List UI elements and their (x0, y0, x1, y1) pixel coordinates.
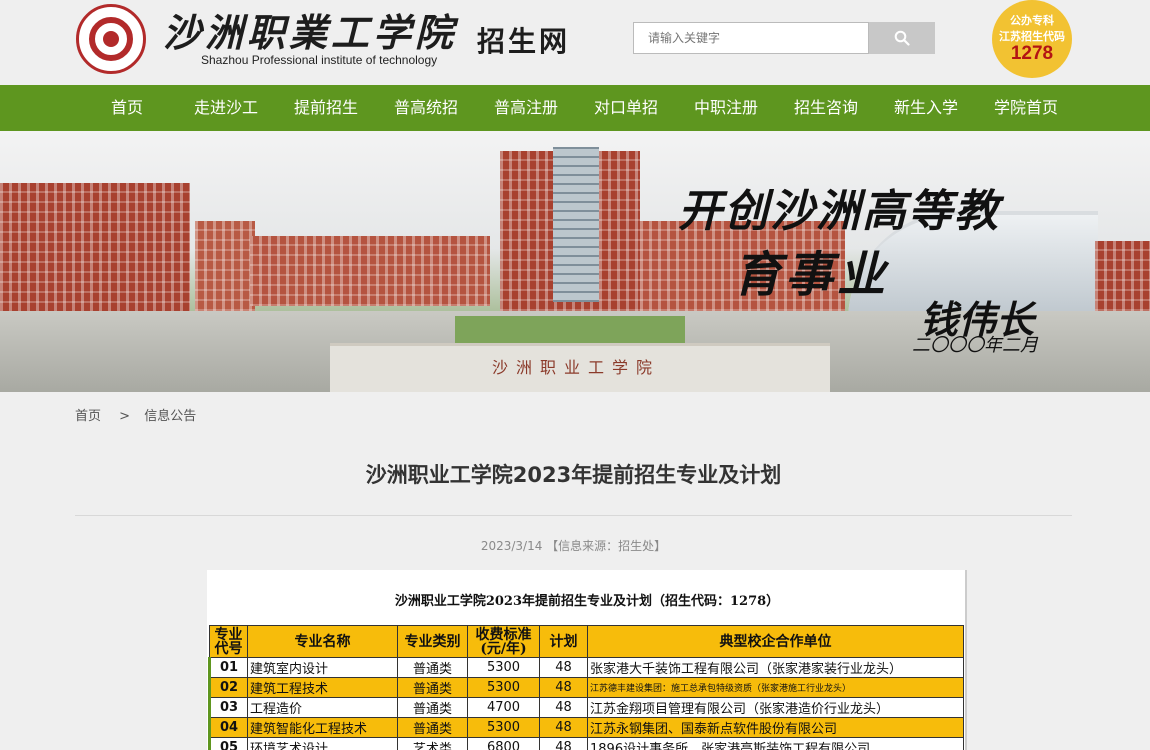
row-fee: 4700 (467, 697, 540, 718)
nav-item-new-students[interactable]: 新生入学 (893, 85, 959, 131)
row-major-name: 环境艺术设计 (247, 737, 398, 750)
row-fee: 5300 (467, 677, 540, 698)
row-code: 03 (208, 697, 248, 718)
nav-item-about[interactable]: 走进沙工 (193, 85, 259, 131)
breadcrumb-separator: > (119, 409, 131, 424)
row-partner: 张家港大千装饰工程有限公司（张家港家装行业龙头） (587, 657, 964, 678)
row-partner: 1896设计事务所、张家港亮斯装饰工程有限公司 (587, 737, 964, 750)
banner-slogan-line1: 开创沙洲高等教 (678, 186, 1000, 237)
nav-item-vocational-single[interactable]: 对口单招 (593, 85, 659, 131)
row-fee: 6800 (467, 737, 540, 750)
header-category: 专业类别 (397, 625, 468, 658)
row-partner: 江苏金翔项目管理有限公司（张家港造价行业龙头） (587, 697, 964, 718)
article-date: 2023/3/14 (480, 539, 543, 553)
banner-date-note: 二〇〇〇年二月 (912, 335, 1038, 356)
campus-banner[interactable]: 沙洲职业工学院 开创沙洲高等教 育事业 钱伟长 二〇〇〇年二月 (0, 131, 1150, 392)
row-fee: 5300 (467, 717, 540, 738)
campus-building-mid-left (250, 236, 490, 306)
row-code: 04 (208, 717, 248, 738)
table-row: 01 建筑室内设计 普通类 5300 48 张家港大千装饰工程有限公司（张家港家装行业龙头… (208, 657, 964, 678)
nav-item-home[interactable]: 首页 (108, 85, 146, 131)
search-input[interactable] (633, 22, 869, 54)
row-category: 普通类 (397, 677, 468, 698)
college-seal-logo[interactable] (76, 4, 146, 74)
breadcrumb-current[interactable]: 信息公告 (144, 405, 196, 424)
row-code: 05 (208, 737, 248, 750)
row-major-name: 建筑室内设计 (247, 657, 398, 678)
nav-item-consultation[interactable]: 招生咨询 (793, 85, 859, 131)
campus-building-right (1095, 241, 1150, 321)
plan-document: 沙洲职业工学院2023年提前招生专业及计划（招生代码：1278） 专业代号 专业… (207, 570, 967, 750)
plan-table-header-row: 专业代号 专业名称 专业类别 收费标准(元/年) 计划 典型校企合作单位 (209, 625, 964, 658)
row-major-name: 建筑智能化工程技术 (247, 717, 398, 738)
header-partner: 典型校企合作单位 (587, 625, 964, 658)
search-icon (894, 30, 910, 46)
header-plan: 计划 (539, 625, 588, 658)
banner-slogan-line2: 育事业 (733, 247, 890, 303)
header-major-name: 专业名称 (247, 625, 398, 658)
article-meta: 2023/3/14 【信息来源：招生处】 (75, 537, 1072, 554)
plan-table: 专业代号 专业名称 专业类别 收费标准(元/年) 计划 典型校企合作单位 01 建… (208, 625, 964, 750)
breadcrumb-home[interactable]: 首页 (75, 405, 101, 424)
nav-item-general-registration[interactable]: 普高注册 (493, 85, 559, 131)
header-major-code: 专业代号 (209, 625, 248, 658)
row-category: 普通类 (397, 697, 468, 718)
enrollment-code-badge: 公办专科 江苏招生代码 1278 (992, 0, 1072, 78)
row-code: 01 (208, 657, 248, 678)
table-row: 04 建筑智能化工程技术 普通类 5300 48 江苏永钢集团、国泰新点软件股份有限公司 (208, 717, 964, 738)
table-row: 05 环境艺术设计 艺术类 6800 48 1896设计事务所、张家港亮斯装饰工程有限公司 (208, 737, 964, 750)
header-fee: 收费标准(元/年) (467, 625, 540, 658)
site-name: 招生网 (477, 25, 571, 58)
row-fee: 5300 (467, 657, 540, 678)
site-header: 沙洲职業工学院 Shazhou Professional institute o… (0, 0, 1150, 85)
row-partner: 江苏德丰建设集团：施工总承包特级资质（张家港施工行业龙头） (587, 677, 964, 698)
breadcrumb: 首页 > 信息公告 (75, 405, 196, 424)
row-category: 艺术类 (397, 737, 468, 750)
badge-line1: 公办专科 (1010, 14, 1054, 27)
table-row: 03 工程造价 普通类 4700 48 江苏金翔项目管理有限公司（张家港造价行业龙头） (208, 697, 964, 718)
row-plan: 48 (539, 697, 588, 718)
nav-item-college-home[interactable]: 学院首页 (993, 85, 1059, 131)
badge-code: 1278 (1010, 43, 1054, 64)
nav-item-early-admission[interactable]: 提前招生 (293, 85, 359, 131)
row-plan: 48 (539, 677, 588, 698)
row-category: 普通类 (397, 717, 468, 738)
college-name-english: Shazhou Professional institute of techno… (201, 53, 438, 67)
nav-item-vocational-registration[interactable]: 中职注册 (693, 85, 759, 131)
campus-tower-glass (553, 147, 599, 302)
row-major-name: 工程造价 (247, 697, 398, 718)
table-row: 02 建筑工程技术 普通类 5300 48 江苏德丰建设集团：施工总承包特级资质（张家港施… (208, 677, 964, 698)
main-nav: 首页 走进沙工 提前招生 普高统招 普高注册 对口单招 中职注册 招生咨询 新生… (0, 85, 1150, 131)
nav-item-general-admission[interactable]: 普高统招 (393, 85, 459, 131)
row-category: 普通类 (397, 657, 468, 678)
row-major-name: 建筑工程技术 (247, 677, 398, 698)
college-name-calligraphy[interactable]: 沙洲职業工学院 (163, 2, 457, 57)
article-source: 【信息来源：招生处】 (546, 539, 667, 553)
row-plan: 48 (539, 737, 588, 750)
row-plan: 48 (539, 657, 588, 678)
row-partner: 江苏永钢集团、国泰新点软件股份有限公司 (587, 717, 964, 738)
row-code: 02 (208, 677, 248, 698)
article-title: 沙洲职业工学院2023年提前招生专业及计划 (365, 463, 782, 487)
badge-line2: 江苏招生代码 (999, 30, 1065, 43)
plan-table-title: 沙洲职业工学院2023年提前招生专业及计划（招生代码：1278） (394, 594, 780, 609)
title-divider (75, 515, 1072, 516)
gate-wall-text: 沙洲职业工学院 (492, 358, 661, 377)
search-button[interactable] (869, 22, 935, 54)
row-plan: 48 (539, 717, 588, 738)
